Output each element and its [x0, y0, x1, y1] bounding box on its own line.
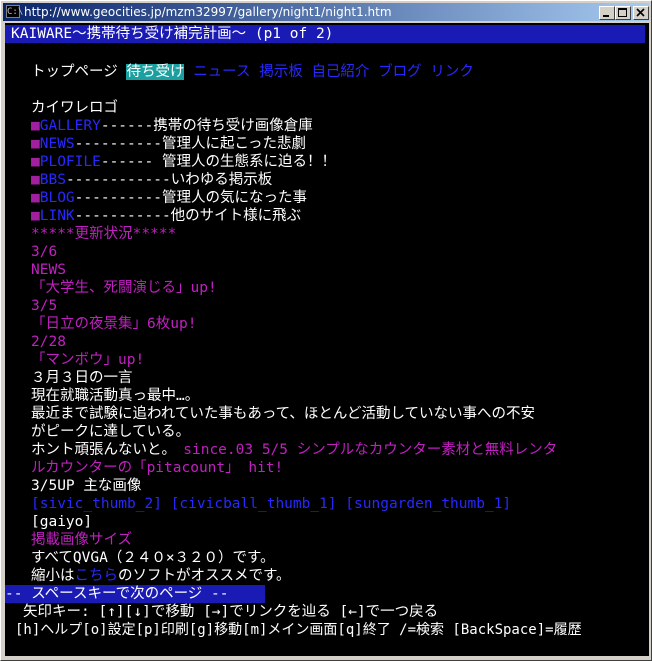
next-page-status: -- スペースキーで次のページ --	[5, 585, 265, 603]
nav-link-bbs[interactable]: 掲示板	[259, 64, 303, 80]
daily-comment-text: 最近まで試験に追われていた事もあって、ほとんど活動していない事への不安	[31, 406, 536, 422]
nav-bar: トップページ 待ち受け ニュース 掲示板 自己紹介 ブログ リンク	[31, 63, 474, 81]
bullet-square-icon: ■	[31, 136, 40, 152]
menu-desc: ------------いわゆる掲示板	[65, 172, 273, 188]
menu-link-news[interactable]: NEWS	[40, 136, 75, 152]
daily-comment-text: 現在就職活動真っ最中…。	[31, 388, 200, 404]
menu-item: ■BLOG----------管理人の気になった事	[31, 189, 307, 207]
daily-comment-title: ３月３日の一言	[31, 370, 133, 386]
close-button[interactable]	[633, 6, 649, 20]
menu-link-bbs[interactable]: BBS	[40, 172, 66, 188]
nav-link-links[interactable]: リンク	[430, 64, 474, 80]
title-bar[interactable]: C:\ http://www.geocities.jp/mzm32997/gal…	[3, 3, 649, 21]
thumb-link-sivic[interactable]: [sivic_thumb_2]	[31, 496, 162, 512]
daily-comment-end: ホント頑張んないと。	[31, 442, 169, 458]
help-line-2: [h]ヘルプ[o]設定[p]印刷[g]移動[m]メイン画面[q]終了 /=検索 …	[15, 622, 582, 638]
counter-notice-cont: ルカウンターの「pitacount」 hit!	[31, 460, 284, 476]
nav-link-top[interactable]: トップページ	[31, 64, 118, 80]
update-date: 2/28	[31, 334, 66, 350]
menu-item: ■GALLERY------携帯の待ち受け画像倉庫	[31, 117, 313, 135]
menu-item: ■NEWS----------管理人に起こった悲劇	[31, 135, 306, 153]
maximize-button[interactable]	[615, 6, 631, 20]
close-icon	[636, 8, 645, 17]
shrink-software-link[interactable]: こちら	[75, 568, 119, 584]
update-date: 3/6	[31, 244, 58, 260]
gaiyo-image-alt: [gaiyo]	[31, 514, 93, 530]
shrink-software-text: 縮小はこちらのソフトがオススメです。	[31, 567, 291, 585]
bullet-square-icon: ■	[31, 154, 40, 170]
update-category: NEWS	[31, 262, 66, 278]
nav-link-news[interactable]: ニュース	[193, 64, 250, 80]
nav-link-blog[interactable]: ブログ	[378, 64, 422, 80]
bullet-square-icon: ■	[31, 190, 40, 206]
nav-link-profile[interactable]: 自己紹介	[311, 64, 369, 80]
minimize-icon	[603, 15, 609, 17]
minimize-button[interactable]	[599, 6, 615, 20]
images-heading: 3/5UP 主な画像	[31, 478, 142, 494]
maximize-icon	[618, 8, 627, 17]
help-line-1: 矢印キー: [↑][↓]で移動 [→]でリンクを辿る [←]で一つ戻る	[23, 604, 439, 620]
shrink-prefix: 縮小は	[31, 568, 75, 584]
bullet-square-icon: ■	[31, 118, 40, 134]
bullet-square-icon: ■	[31, 172, 40, 188]
menu-link-profile[interactable]: PLOFILE	[40, 154, 101, 170]
menu-link-blog[interactable]: BLOG	[40, 190, 75, 206]
page-header: KAIWARE～携帯待ち受け補完計画～ (p1 of 2)	[5, 25, 645, 43]
nav-link-wallpaper[interactable]: 待ち受け	[126, 64, 185, 80]
update-entry[interactable]: 「マンボウ」up!	[31, 351, 144, 369]
window-title: http://www.geocities.jp/mzm32997/gallery…	[24, 5, 392, 19]
update-entry[interactable]: 「日立の夜景集」6枚up!	[31, 315, 196, 333]
update-entry[interactable]: 「大学生、死闘演じる」up!	[31, 279, 217, 297]
menu-item: ■BBS------------いわゆる掲示板	[31, 171, 272, 189]
menu-link-link[interactable]: LINK	[40, 208, 75, 224]
thumb-link-sungarden[interactable]: [sungarden_thumb_1]	[345, 496, 511, 512]
counter-notice: since.03 5/5 シンプルなカウンター素材と無料レンタ	[183, 442, 558, 458]
terminal-content: KAIWARE～携帯待ち受け補完計画～ (p1 of 2) トップページ 待ち受…	[5, 23, 649, 656]
updates-heading: *****更新状況*****	[31, 226, 177, 242]
thumb-link-civicball[interactable]: [civicball_thumb_1]	[171, 496, 337, 512]
bullet-square-icon: ■	[31, 208, 40, 224]
shrink-suffix: のソフトがオススメです。	[118, 568, 291, 584]
image-size-title: 掲載画像サイズ	[31, 532, 133, 548]
daily-comment-text: ホント頑張んないと。 since.03 5/5 シンプルなカウンター素材と無料レ…	[31, 441, 557, 459]
menu-item: ■LINK-----------他のサイト様に飛ぶ	[31, 207, 301, 225]
logo-alt-text: カイワレロゴ	[31, 100, 118, 116]
menu-desc: ----------管理人の気になった事	[74, 190, 307, 206]
menu-desc: -----------他のサイト様に飛ぶ	[74, 208, 302, 224]
menu-desc: ------携帯の待ち受け画像倉庫	[100, 118, 313, 134]
browser-window: C:\ http://www.geocities.jp/mzm32997/gal…	[0, 0, 652, 661]
menu-desc: ------ 管理人の生態系に迫る！！	[100, 154, 336, 170]
image-size-text: すべてQVGA（２４０×３２０）です。	[31, 550, 275, 566]
menu-link-gallery[interactable]: GALLERY	[40, 118, 101, 134]
thumbnail-links: [sivic_thumb_2] [civicball_thumb_1] [sun…	[31, 495, 511, 513]
daily-comment-text: がピークに達している。	[31, 424, 191, 440]
menu-item: ■PLOFILE------ 管理人の生態系に迫る！！	[31, 153, 336, 171]
menu-desc: ----------管理人に起こった悲劇	[74, 136, 306, 152]
update-date: 3/5	[31, 298, 58, 314]
console-app-icon[interactable]: C:\	[6, 5, 23, 18]
